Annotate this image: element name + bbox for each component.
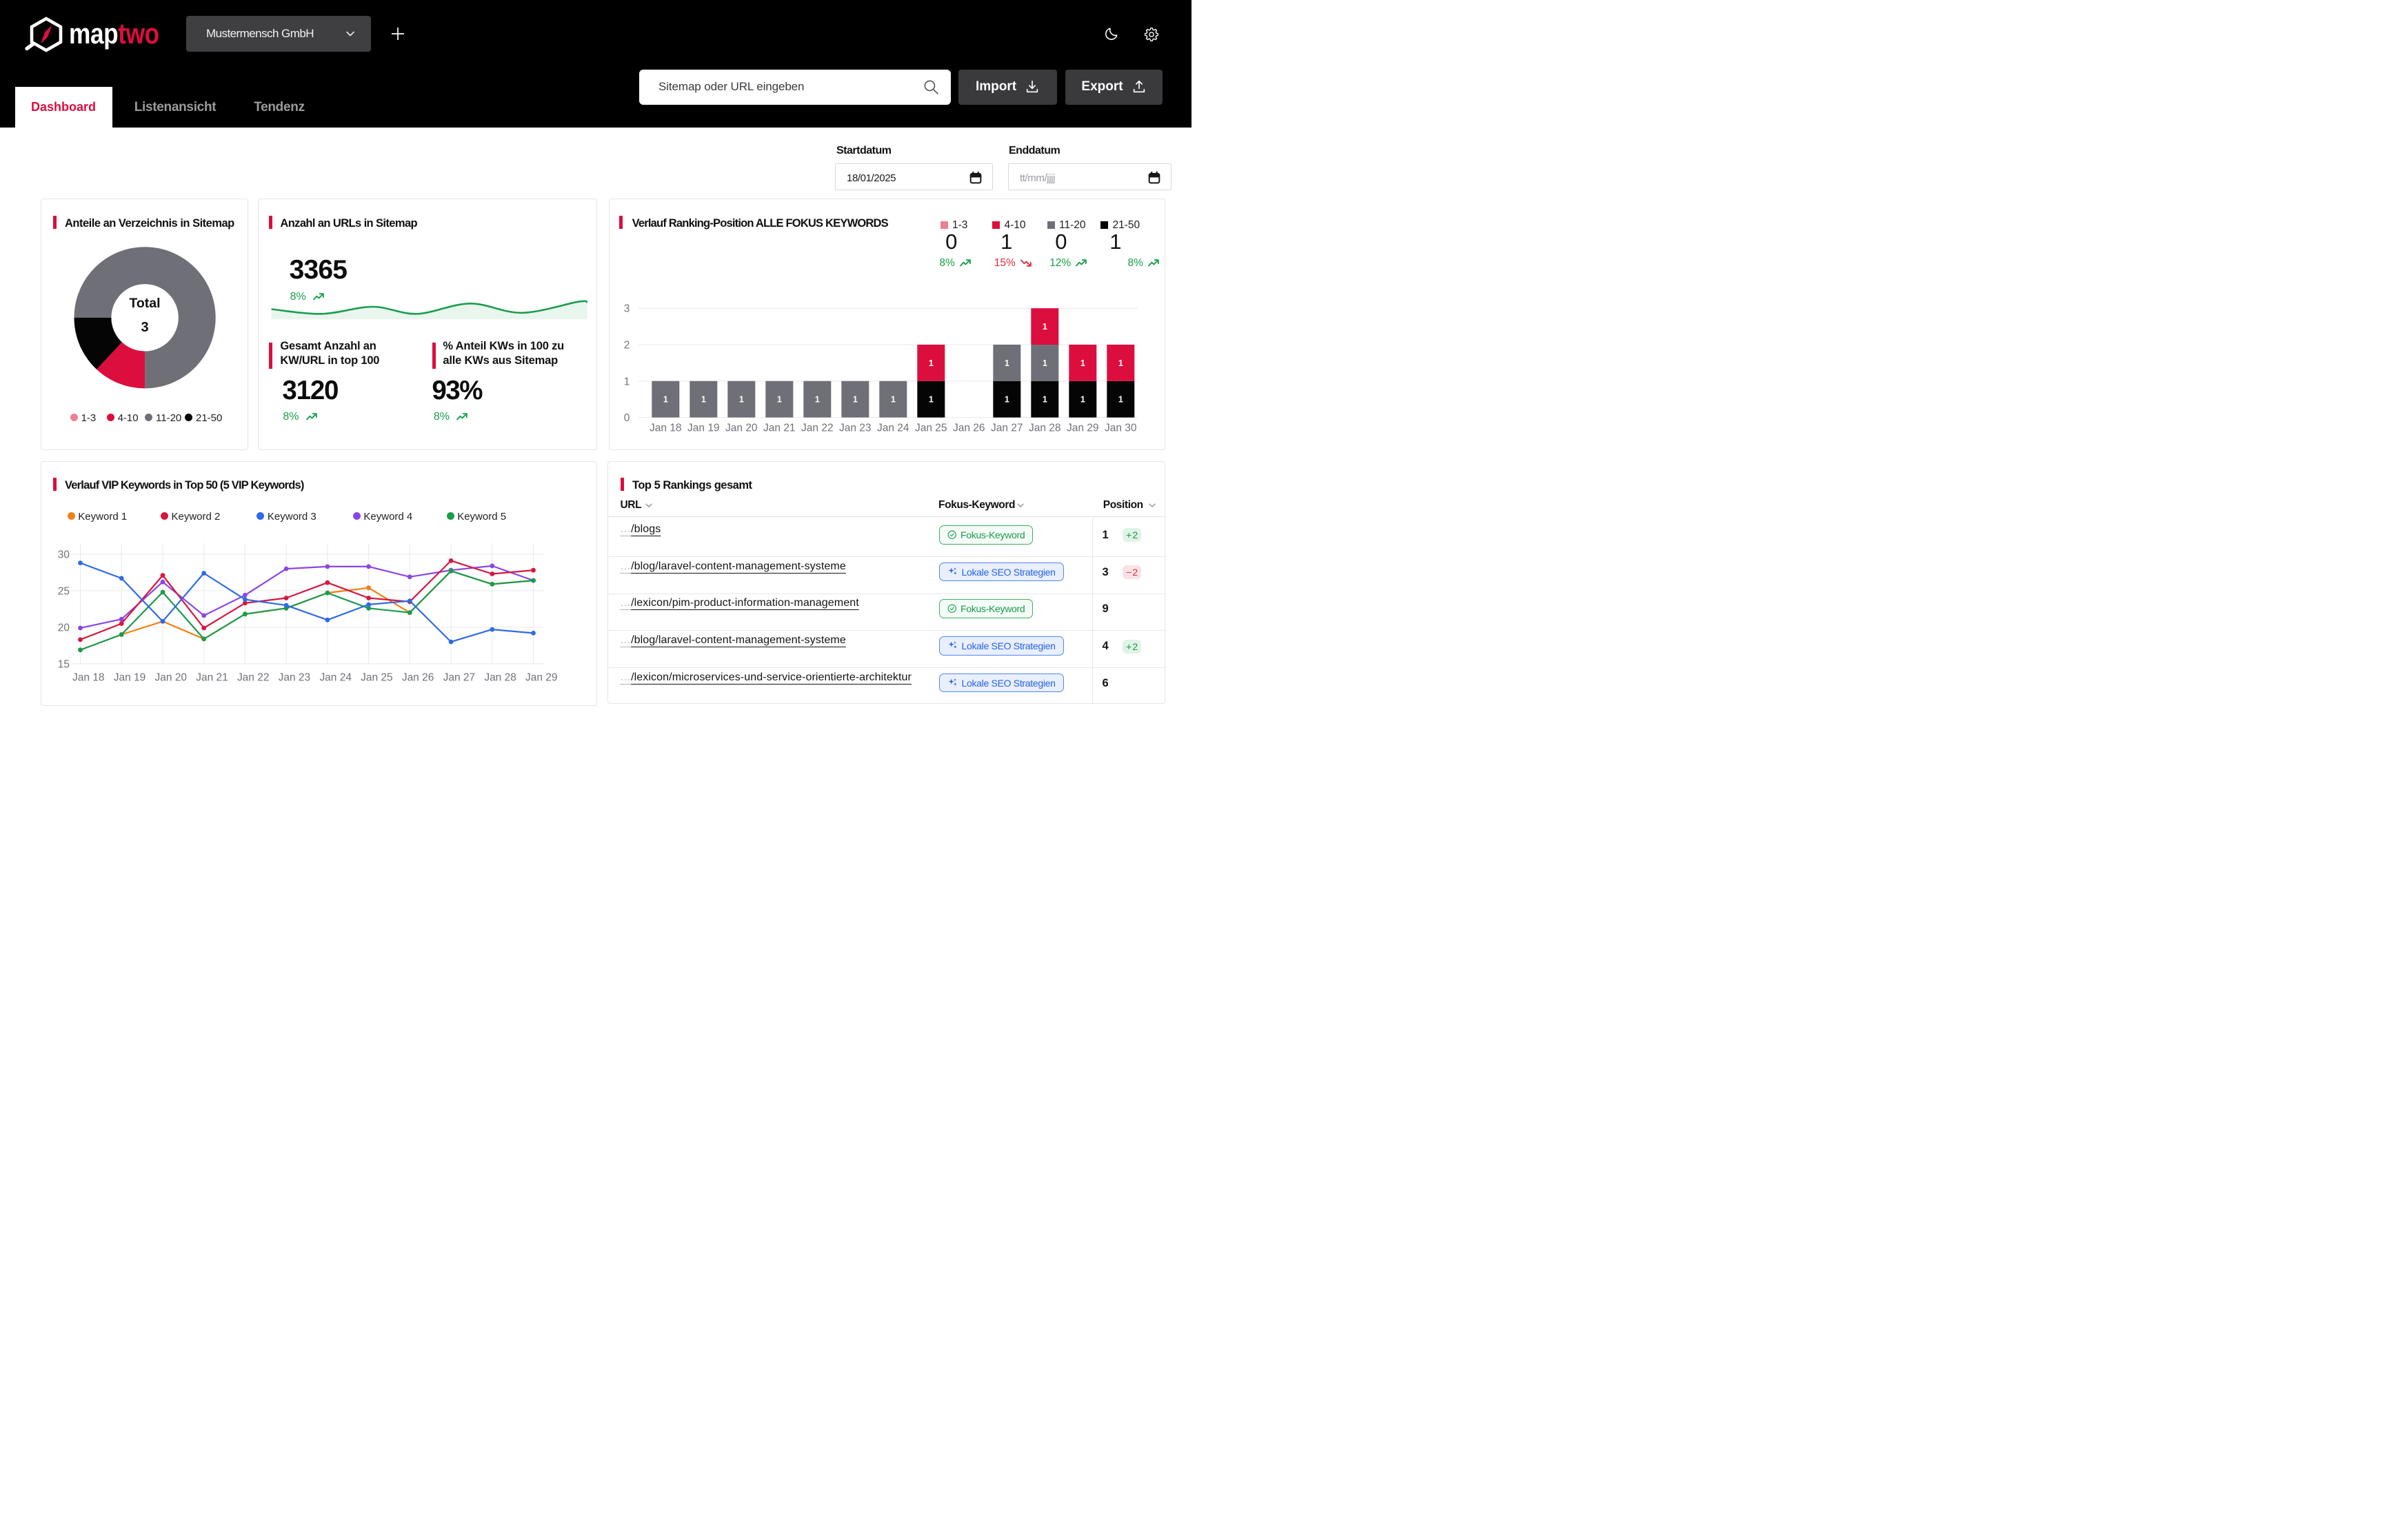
svg-text:30: 30 (58, 549, 70, 560)
svg-text:20: 20 (58, 622, 70, 634)
svg-text:Jan 25: Jan 25 (915, 422, 947, 434)
svg-text:Jan 29: Jan 29 (1067, 422, 1099, 434)
svg-text:1: 1 (890, 395, 895, 405)
svg-text:Jan 22: Jan 22 (237, 671, 270, 683)
svg-text:Jan 21: Jan 21 (763, 422, 796, 434)
svg-text:Jan 24: Jan 24 (877, 422, 909, 434)
svg-text:Jan 29: Jan 29 (525, 671, 558, 683)
svg-text:Jan 27: Jan 27 (443, 671, 476, 683)
svg-text:1: 1 (1004, 395, 1009, 405)
svg-text:Jan 18: Jan 18 (72, 671, 105, 683)
svg-text:1: 1 (814, 395, 819, 405)
svg-text:1: 1 (1118, 358, 1123, 368)
svg-text:1: 1 (701, 395, 705, 405)
svg-text:Jan 26: Jan 26 (953, 422, 985, 434)
svg-text:Jan 27: Jan 27 (991, 422, 1023, 434)
svg-text:Jan 30: Jan 30 (1105, 422, 1137, 434)
svg-text:Jan 26: Jan 26 (402, 671, 434, 683)
svg-text:Jan 19: Jan 19 (114, 671, 146, 683)
svg-text:Jan 24: Jan 24 (319, 671, 352, 683)
svg-text:Jan 23: Jan 23 (279, 671, 311, 683)
svg-text:1: 1 (928, 395, 933, 405)
svg-text:1: 1 (1042, 322, 1047, 332)
svg-text:3: 3 (623, 303, 630, 315)
svg-text:1: 1 (928, 358, 933, 368)
svg-text:0: 0 (623, 412, 630, 424)
svg-text:1: 1 (738, 395, 743, 405)
svg-text:1: 1 (1042, 358, 1047, 368)
svg-text:1: 1 (1042, 395, 1047, 405)
svg-text:25: 25 (58, 585, 70, 597)
svg-text:Jan 28: Jan 28 (484, 671, 516, 683)
svg-text:2: 2 (623, 339, 630, 351)
svg-text:Jan 22: Jan 22 (801, 422, 834, 434)
svg-text:1: 1 (1080, 358, 1085, 368)
svg-text:1: 1 (663, 395, 667, 405)
svg-text:1: 1 (852, 395, 857, 405)
svg-text:Jan 23: Jan 23 (839, 422, 872, 434)
svg-text:Jan 25: Jan 25 (361, 671, 393, 683)
svg-text:1: 1 (623, 376, 630, 387)
svg-text:1: 1 (1080, 395, 1085, 405)
svg-text:1: 1 (1004, 358, 1009, 368)
svg-text:1: 1 (1118, 395, 1123, 405)
svg-text:Jan 28: Jan 28 (1029, 422, 1061, 434)
svg-text:Jan 20: Jan 20 (725, 422, 758, 434)
svg-text:Jan 19: Jan 19 (687, 422, 720, 434)
svg-text:Jan 20: Jan 20 (155, 671, 188, 683)
svg-text:1: 1 (776, 395, 781, 405)
svg-text:Jan 21: Jan 21 (196, 671, 228, 683)
svg-text:15: 15 (58, 658, 70, 670)
svg-text:Jan 18: Jan 18 (650, 422, 682, 434)
